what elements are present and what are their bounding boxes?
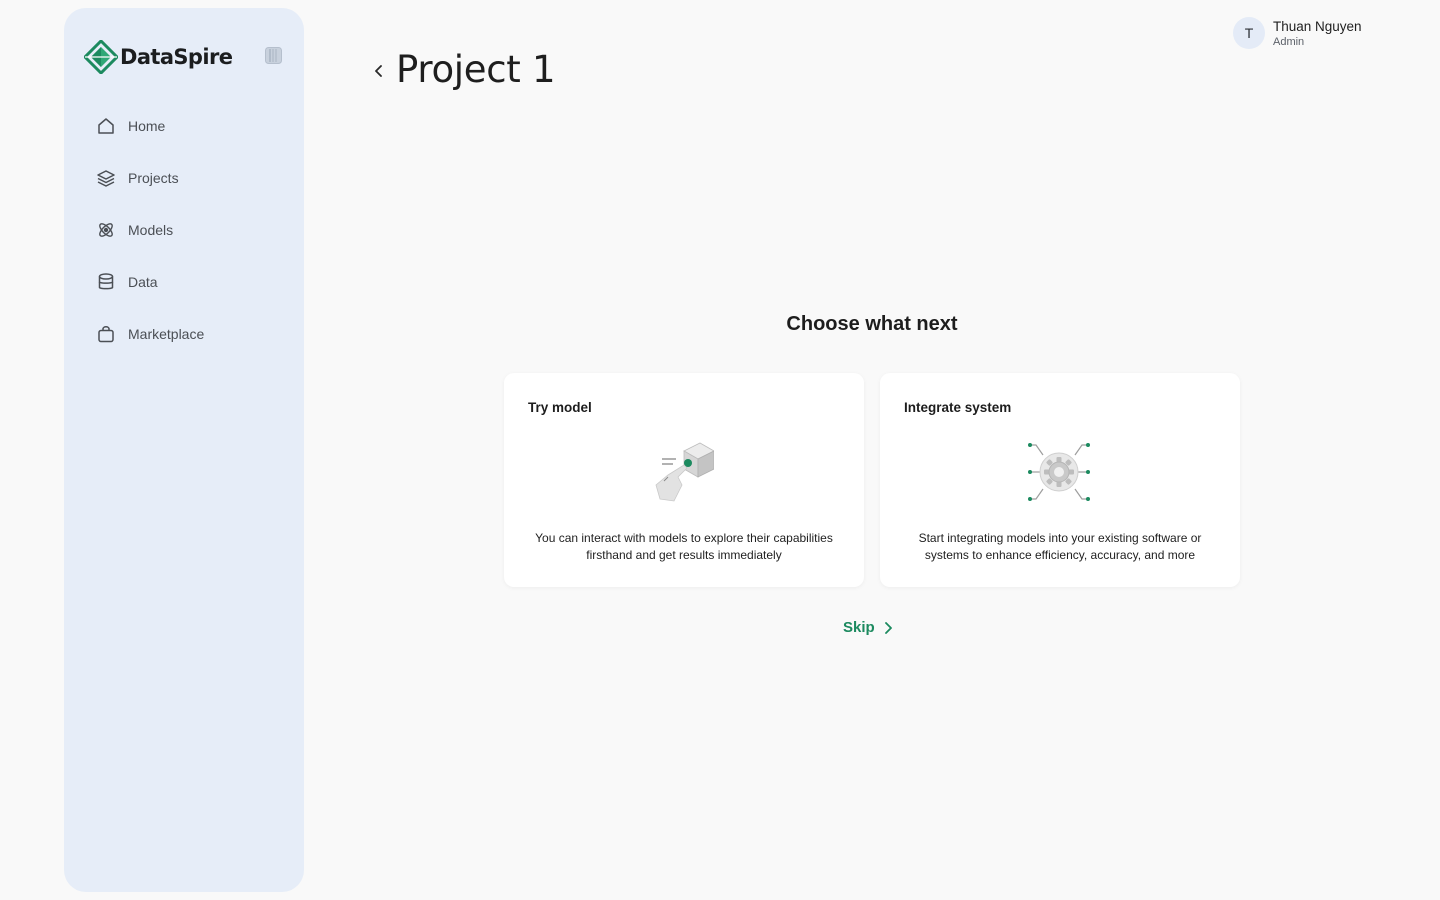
skip-label: Skip bbox=[843, 619, 875, 636]
try-model-illustration-icon bbox=[655, 442, 714, 502]
card-title: Try model bbox=[528, 400, 592, 415]
integrate-system-card[interactable]: Integrate system Start integrating model… bbox=[880, 373, 1240, 587]
sidebar-item-data[interactable]: Data bbox=[96, 264, 286, 300]
sidebar-item-home[interactable]: Home bbox=[96, 108, 286, 144]
sidebar-nav: Home Projects Models Data Marketplace bbox=[96, 108, 286, 368]
integrate-system-illustration-icon bbox=[1028, 443, 1090, 501]
sidebar-item-label: Models bbox=[128, 222, 174, 238]
atom-icon bbox=[96, 220, 116, 240]
home-icon bbox=[96, 116, 116, 136]
chevron-left-icon bbox=[375, 65, 382, 77]
chevron-right-icon bbox=[884, 621, 892, 634]
brand-logo[interactable]: DataSpire bbox=[84, 40, 233, 74]
user-info: Thuan Nguyen Admin bbox=[1273, 18, 1362, 49]
layers-icon bbox=[96, 168, 116, 188]
shopping-bag-icon bbox=[96, 324, 116, 344]
user-name: Thuan Nguyen bbox=[1273, 18, 1362, 34]
try-model-card[interactable]: Try model You can interact with models t… bbox=[504, 373, 864, 587]
sidebar-item-label: Projects bbox=[128, 170, 179, 186]
card-title: Integrate system bbox=[904, 400, 1012, 415]
card-description: You can interact with models to explore … bbox=[535, 531, 833, 562]
sidebar: DataSpire Home Projects Models Data Mark… bbox=[64, 8, 304, 892]
sidebar-item-label: Data bbox=[128, 274, 158, 290]
dataspire-logo-icon bbox=[84, 40, 118, 74]
sidebar-item-label: Home bbox=[128, 118, 166, 134]
brand-name: DataSpire bbox=[120, 45, 233, 69]
sidebar-toggle-icon bbox=[265, 47, 282, 64]
back-button[interactable] bbox=[368, 58, 390, 84]
sidebar-collapse-button[interactable] bbox=[265, 47, 282, 64]
sidebar-item-marketplace[interactable]: Marketplace bbox=[96, 316, 286, 352]
page-title: Project 1 bbox=[396, 48, 556, 91]
card-description: Start integrating models into your exist… bbox=[918, 531, 1202, 562]
sidebar-item-projects[interactable]: Projects bbox=[96, 160, 286, 196]
sidebar-item-models[interactable]: Models bbox=[96, 212, 286, 248]
section-heading: Choose what next bbox=[786, 313, 958, 335]
avatar: T bbox=[1233, 17, 1265, 49]
database-icon bbox=[96, 272, 116, 292]
skip-button[interactable]: Skip bbox=[843, 619, 895, 636]
user-role: Admin bbox=[1273, 35, 1305, 48]
sidebar-item-label: Marketplace bbox=[128, 326, 205, 342]
user-menu[interactable]: T Thuan Nguyen Admin bbox=[1233, 17, 1362, 49]
